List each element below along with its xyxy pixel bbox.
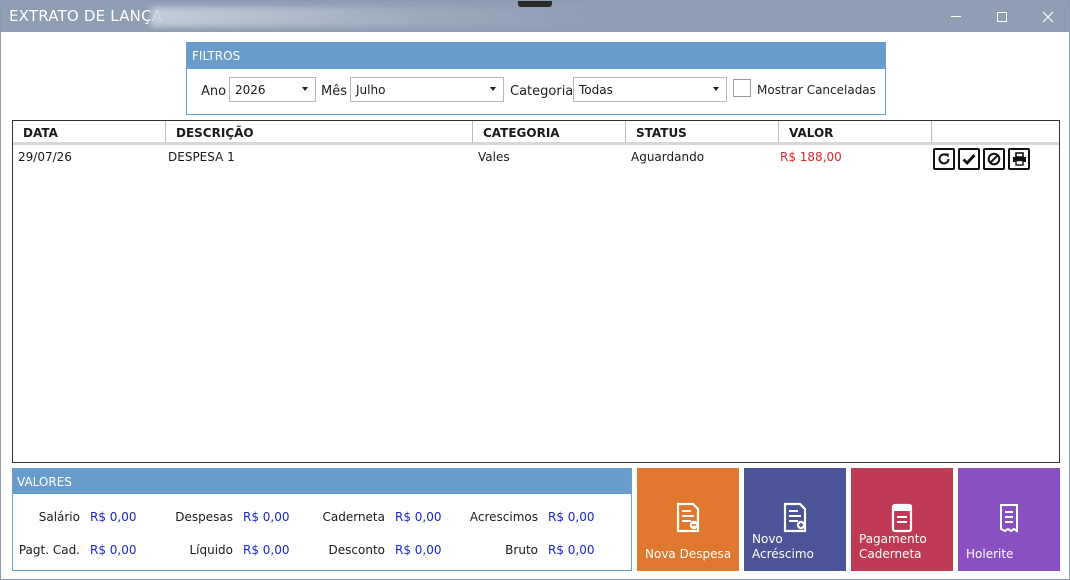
salario-value: R$ 0,00 xyxy=(90,510,137,524)
filters-panel: FILTROS Ano 2026 Mês Julho Categoria Tod… xyxy=(186,42,886,115)
mostrar-canceladas-label[interactable]: Mostrar Canceladas xyxy=(757,83,876,97)
minimize-button[interactable] xyxy=(933,1,979,32)
column-header-actions xyxy=(932,121,1059,143)
ano-select-value: 2026 xyxy=(235,83,266,97)
categoria-select-value: Todas xyxy=(579,83,613,97)
bruto-value: R$ 0,00 xyxy=(548,543,595,557)
app-window: EXTRATO DE LANÇA FILTROS Ano 2026 Mês Ju… xyxy=(0,0,1070,580)
notebook-icon xyxy=(891,503,913,533)
categoria-select[interactable]: Todas xyxy=(573,77,727,102)
print-button[interactable] xyxy=(1008,148,1030,170)
chevron-down-icon xyxy=(713,87,719,91)
despesas-label: Despesas xyxy=(175,510,233,524)
maximize-button[interactable] xyxy=(979,1,1025,32)
valores-panel: VALORES Salário R$ 0,00 Despesas R$ 0,00… xyxy=(12,468,632,571)
bruto-label: Bruto xyxy=(505,543,538,557)
cancel-icon xyxy=(987,152,1001,166)
row-valor: R$ 188,00 xyxy=(780,150,842,164)
refresh-icon xyxy=(938,153,950,165)
caderneta-label: Caderneta xyxy=(322,510,385,524)
acrescimos-value: R$ 0,00 xyxy=(548,510,595,524)
row-descricao: DESPESA 1 xyxy=(168,150,235,164)
cancel-button[interactable] xyxy=(983,148,1005,170)
print-icon xyxy=(1012,152,1026,166)
grid-header: DATA DESCRIÇÃO CATEGORIA STATUS VALOR xyxy=(13,121,1059,145)
title-notch xyxy=(518,1,552,7)
valores-heading: VALORES xyxy=(13,469,631,494)
pagamento-caderneta-button[interactable]: Pagamento Caderneta xyxy=(851,468,953,571)
pagamento-caderneta-label-line1: Pagamento xyxy=(859,532,927,546)
close-button[interactable] xyxy=(1025,1,1070,32)
novo-acrescimo-label-line2: Acréscimo xyxy=(752,547,814,561)
column-header-status[interactable]: STATUS xyxy=(626,121,779,143)
chevron-down-icon xyxy=(490,87,496,91)
pagamento-caderneta-label-line2: Caderneta xyxy=(859,547,922,561)
nova-despesa-label: Nova Despesa xyxy=(645,547,731,562)
addition-document-icon xyxy=(783,502,807,533)
despesas-value: R$ 0,00 xyxy=(243,510,290,524)
novo-acrescimo-button[interactable]: Novo Acréscimo xyxy=(744,468,846,571)
minimize-icon xyxy=(951,16,961,17)
holerite-label: Holerite xyxy=(966,547,1013,562)
column-header-data[interactable]: DATA xyxy=(13,121,166,143)
mostrar-canceladas-checkbox[interactable] xyxy=(733,79,751,97)
filters-heading: FILTROS xyxy=(187,43,885,69)
holerite-label-line1: Holerite xyxy=(966,547,1014,561)
window-title: EXTRATO DE LANÇA xyxy=(9,7,163,25)
expense-document-icon xyxy=(676,502,700,533)
mes-label: Mês xyxy=(321,84,347,99)
salario-label: Salário xyxy=(38,510,80,524)
liquido-label: Líquido xyxy=(189,543,233,557)
holerite-button[interactable]: Holerite xyxy=(958,468,1060,571)
maximize-icon xyxy=(997,11,1007,22)
row-status: Aguardando xyxy=(631,150,705,164)
receipt-icon xyxy=(1000,504,1018,533)
column-header-valor[interactable]: VALOR xyxy=(779,121,932,143)
ano-select[interactable]: 2026 xyxy=(229,77,316,102)
check-icon xyxy=(962,154,976,165)
title-bar: EXTRATO DE LANÇA xyxy=(1,1,1069,32)
row-categoria: Vales xyxy=(478,150,510,164)
novo-acrescimo-label: Novo Acréscimo xyxy=(752,532,814,562)
mes-select[interactable]: Julho xyxy=(350,77,504,102)
close-icon xyxy=(1042,11,1054,22)
chevron-down-icon xyxy=(302,87,308,91)
column-header-categoria[interactable]: CATEGORIA xyxy=(473,121,626,143)
refresh-button[interactable] xyxy=(933,148,955,170)
liquido-value: R$ 0,00 xyxy=(243,543,290,557)
categoria-label: Categoria xyxy=(510,84,574,99)
novo-acrescimo-label-line1: Novo xyxy=(752,532,783,546)
pagt-cad-value: R$ 0,00 xyxy=(90,543,137,557)
title-blurred-region xyxy=(151,7,601,27)
desconto-label: Desconto xyxy=(328,543,385,557)
ano-label: Ano xyxy=(201,84,227,99)
pagamento-caderneta-label: Pagamento Caderneta xyxy=(859,532,927,562)
acrescimos-label: Acrescimos xyxy=(469,510,538,524)
caderneta-value: R$ 0,00 xyxy=(395,510,442,524)
confirm-button[interactable] xyxy=(958,148,980,170)
row-data: 29/07/26 xyxy=(18,150,72,164)
column-header-descricao[interactable]: DESCRIÇÃO xyxy=(166,121,473,143)
pagt-cad-label: Pagt. Cad. xyxy=(18,543,80,557)
launches-grid: DATA DESCRIÇÃO CATEGORIA STATUS VALOR 29… xyxy=(12,120,1060,463)
desconto-value: R$ 0,00 xyxy=(395,543,442,557)
nova-despesa-label-line1: Nova Despesa xyxy=(645,547,732,561)
nova-despesa-button[interactable]: Nova Despesa xyxy=(637,468,739,571)
mes-select-value: Julho xyxy=(356,83,386,97)
